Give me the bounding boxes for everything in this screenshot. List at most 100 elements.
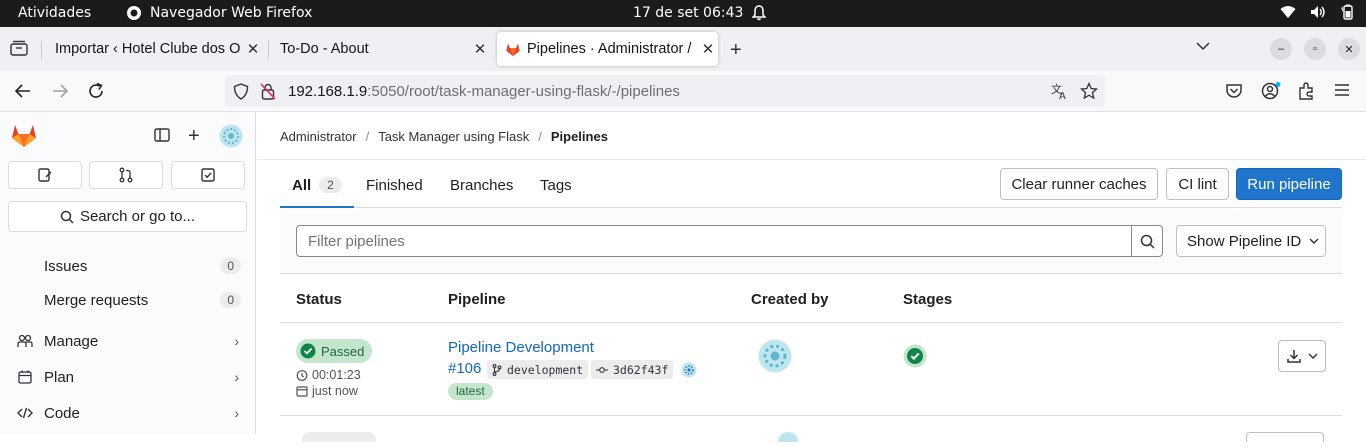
column-header-created-by: Created by (751, 291, 829, 308)
merge-requests-button[interactable] (89, 161, 163, 189)
breadcrumb-current[interactable]: Pipelines (551, 129, 608, 144)
breadcrumb-item[interactable]: Task Manager using Flask (378, 129, 529, 144)
branch-icon (492, 363, 502, 376)
hamburger-menu-icon[interactable] (1334, 83, 1350, 97)
pipeline-duration: 00:01:23 (296, 368, 361, 382)
close-tab-icon[interactable]: ✕ (243, 40, 263, 58)
tab-title: Pipelines · Administrator / (527, 41, 692, 57)
url-path: :5050/root/task-manager-using-flask/-/pi… (367, 83, 680, 100)
calendar-icon (296, 386, 308, 397)
translate-icon[interactable]: 文A (1051, 82, 1069, 100)
sidebar-item-code[interactable]: Code › (0, 396, 255, 430)
tab-all[interactable]: All 2 (292, 177, 342, 194)
bookmark-star-icon[interactable] (1080, 82, 1098, 100)
list-all-tabs-chevron-icon[interactable] (1196, 41, 1210, 51)
clock[interactable]: 17 de set 06:43 (633, 5, 743, 21)
notification-bell-icon (752, 5, 766, 21)
tab-finished[interactable]: Finished (366, 177, 423, 194)
check-circle-icon (300, 343, 316, 359)
filter-pipelines-input[interactable]: Filter pipelines (296, 225, 1132, 257)
issues-icon (38, 168, 52, 182)
forward-arrow-icon[interactable] (51, 82, 69, 100)
sidebar-item-issues[interactable]: Issues 0 (0, 249, 255, 283)
sidebar-item-label: Plan (44, 368, 75, 386)
breadcrumb-separator: / (365, 129, 370, 144)
todo-check-icon (201, 168, 215, 182)
commit-sha-value: 3d62f43f (613, 362, 669, 377)
create-new-plus-icon[interactable]: + (188, 125, 200, 148)
activities-button[interactable]: Atividades (18, 5, 91, 21)
branch-ref[interactable]: development (487, 360, 589, 379)
user-avatar[interactable] (219, 124, 243, 148)
merge-requests-count-badge: 0 (220, 292, 241, 308)
pocket-icon[interactable] (1225, 82, 1243, 100)
insecure-lock-icon[interactable] (260, 83, 276, 100)
search-icon (60, 210, 74, 224)
tab-tags[interactable]: Tags (540, 177, 572, 194)
tab-pipelines[interactable]: Pipelines · Administrator / ✕ (497, 32, 718, 66)
assigned-issues-button[interactable] (8, 161, 82, 189)
creator-avatar[interactable] (758, 339, 792, 378)
collapse-sidebar-icon[interactable] (154, 127, 170, 143)
url-text[interactable]: 192.168.1.9:5050/root/task-manager-using… (288, 83, 680, 100)
tab-branches[interactable]: Branches (450, 177, 513, 194)
table-row-partial (280, 417, 1342, 447)
maximize-window-icon[interactable]: ▫ (1304, 38, 1326, 60)
commit-icon (596, 366, 608, 373)
svg-text:A: A (1059, 91, 1066, 100)
system-tray[interactable] (1280, 4, 1354, 20)
clear-runner-caches-button[interactable]: Clear runner caches (1000, 168, 1158, 200)
minimize-window-icon[interactable]: – (1270, 38, 1292, 60)
firefox-icon (127, 6, 141, 20)
tab-separator (41, 41, 42, 59)
status-badge[interactable]: Passed (296, 339, 373, 363)
shield-icon[interactable] (233, 83, 249, 100)
users-icon (16, 333, 34, 349)
close-tab-icon[interactable]: ✕ (470, 40, 490, 58)
commit-sha[interactable]: 3d62f43f (591, 360, 674, 379)
app-menu[interactable]: Navegador Web Firefox (126, 5, 312, 21)
pipeline-finished-time: just now (296, 384, 358, 398)
tab-hotel-clube[interactable]: Importar ‹ Hotel Clube dos O ✕ (47, 32, 263, 66)
tab-overview-icon[interactable] (10, 40, 28, 56)
pipeline-id-link[interactable]: #106 (448, 360, 481, 377)
download-artifacts-button[interactable] (1278, 340, 1326, 372)
browser-nav-bar: 192.168.1.9:5050/root/task-manager-using… (0, 71, 1366, 112)
show-pipeline-id-dropdown[interactable]: Show Pipeline ID (1176, 225, 1326, 257)
close-tab-icon[interactable]: ✕ (698, 40, 718, 58)
breadcrumb-item[interactable]: Administrator (280, 129, 357, 144)
sidebar-item-manage[interactable]: Manage › (0, 324, 255, 358)
ci-lint-button[interactable]: CI lint (1166, 168, 1229, 200)
reload-icon[interactable] (87, 82, 105, 100)
new-tab-plus-icon[interactable]: + (730, 39, 742, 62)
sidebar-item-plan[interactable]: Plan › (0, 360, 255, 394)
calendar-icon (16, 369, 34, 385)
battery-icon (1341, 4, 1353, 20)
url-bar[interactable]: 192.168.1.9:5050/root/task-manager-using… (225, 75, 1105, 107)
filter-search-button[interactable] (1131, 225, 1163, 257)
close-window-icon[interactable]: ✕ (1338, 38, 1360, 60)
chevron-down-icon (1309, 238, 1319, 244)
run-pipeline-button[interactable]: Run pipeline (1236, 168, 1342, 200)
pipeline-name-link[interactable]: Pipeline Development (448, 339, 594, 356)
breadcrumb-separator: / (538, 129, 542, 144)
gitlab-logo-icon[interactable] (11, 123, 37, 148)
latest-badge: latest (448, 383, 493, 400)
sidebar-item-label: Manage (44, 332, 99, 350)
breadcrumb: Administrator / Task Manager using Flask… (280, 129, 608, 144)
wifi-icon (1280, 6, 1296, 18)
code-icon (16, 405, 34, 421)
extensions-puzzle-icon[interactable] (1297, 82, 1315, 100)
search-or-go-to-button[interactable]: Search or go to... (8, 201, 247, 232)
back-arrow-icon[interactable] (14, 82, 32, 100)
url-host: 192.168.1.9 (288, 83, 368, 100)
commit-author-avatar[interactable] (681, 362, 697, 383)
sidebar-item-merge-requests[interactable]: Merge requests 0 (0, 283, 255, 317)
account-icon[interactable] (1261, 82, 1281, 100)
stage-passed-check-icon[interactable] (903, 344, 927, 373)
sidebar-item-label: Issues (44, 257, 88, 275)
todo-list-button[interactable] (171, 161, 245, 189)
tab-todo-about[interactable]: To-Do - About ✕ (272, 32, 490, 66)
download-icon (1287, 350, 1301, 363)
count-badge: 2 (319, 177, 342, 193)
